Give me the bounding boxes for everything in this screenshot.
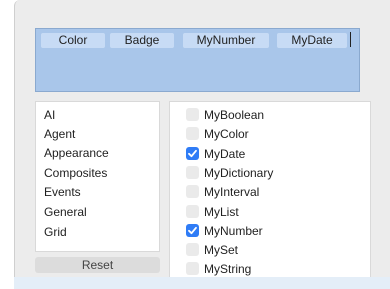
text-caret (350, 32, 351, 47)
check-label: MyList (204, 205, 239, 219)
checkbox[interactable] (186, 166, 199, 179)
checkbox[interactable] (186, 108, 199, 121)
checkbox-checked[interactable] (186, 224, 199, 237)
check-label: MyDictionary (204, 166, 274, 180)
token-mynumber[interactable]: MyNumber (183, 33, 269, 48)
check-label: MyInterval (204, 185, 260, 199)
property-checklist[interactable]: MyBoolean MyColor MyDate MyDictionary My… (169, 101, 371, 289)
check-label: MyString (204, 262, 252, 276)
check-label: MySet (204, 243, 239, 257)
category-item-appearance[interactable]: Appearance (44, 145, 109, 161)
token-color[interactable]: Color (41, 33, 105, 48)
checkbox[interactable] (186, 127, 199, 140)
category-item-grid[interactable]: Grid (44, 224, 67, 240)
category-item-agent[interactable]: Agent (44, 126, 75, 142)
category-item-composites[interactable]: Composites (44, 165, 107, 181)
category-item-general[interactable]: General (44, 204, 87, 220)
category-list[interactable]: AI Agent Appearance Composites Events Ge… (35, 101, 160, 252)
checkbox[interactable] (186, 243, 199, 256)
token-mydate[interactable]: MyDate (277, 33, 347, 48)
token-field[interactable]: Color Badge MyNumber MyDate (35, 28, 360, 92)
checkbox[interactable] (186, 185, 199, 198)
category-item-ai[interactable]: AI (44, 107, 55, 123)
panel-bottom-edge (14, 277, 390, 289)
check-label: MyColor (204, 127, 249, 141)
checkmark-icon (188, 226, 197, 235)
reset-button[interactable]: Reset (35, 257, 160, 273)
check-label: MyNumber (204, 224, 263, 238)
check-label: MyBoolean (204, 108, 265, 122)
checkmark-icon (188, 149, 197, 158)
checkbox[interactable] (186, 262, 199, 275)
check-label: MyDate (204, 147, 246, 161)
token-badge[interactable]: Badge (110, 33, 174, 48)
checkbox-checked[interactable] (186, 147, 199, 160)
category-item-events[interactable]: Events (44, 184, 81, 200)
checkbox[interactable] (186, 205, 199, 218)
